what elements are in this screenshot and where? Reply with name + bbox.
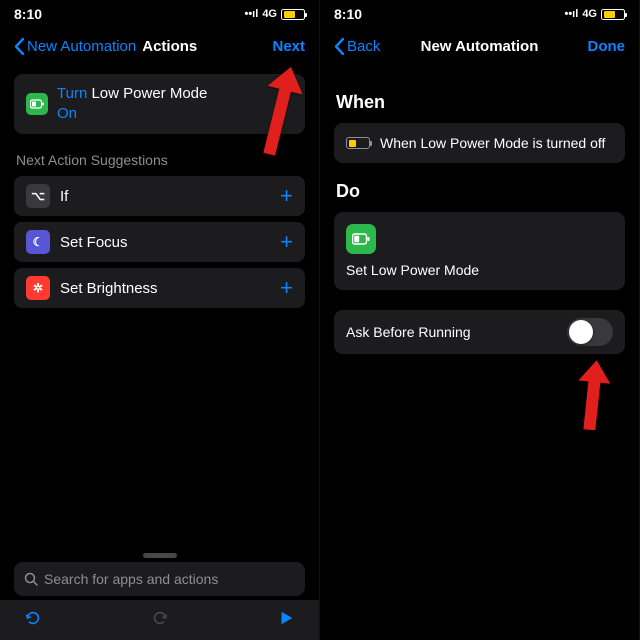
undo-button[interactable] — [24, 609, 42, 632]
search-placeholder: Search for apps and actions — [44, 571, 218, 587]
status-bar: 8:10 ••ıl 4G — [320, 0, 639, 28]
nav-title: Actions — [142, 38, 197, 55]
network-label: 4G — [262, 8, 277, 20]
next-button[interactable]: Next — [272, 38, 305, 55]
suggestion-label: Set Brightness — [60, 280, 270, 297]
suggestion-label: If — [60, 188, 270, 205]
nav-bar: Back New Automation Done — [320, 28, 639, 64]
toggle-label: Ask Before Running — [346, 324, 567, 340]
network-label: 4G — [582, 8, 597, 20]
suggestion-set-brightness[interactable]: ✲ Set Brightness + — [14, 268, 305, 308]
nav-bar: New Automation Actions Next — [0, 28, 319, 64]
low-power-mode-icon — [26, 93, 48, 115]
battery-icon — [281, 9, 305, 20]
ask-before-running-row: Ask Before Running — [334, 310, 625, 354]
low-power-mode-icon — [346, 137, 370, 149]
status-time: 8:10 — [14, 6, 42, 22]
do-heading: Do — [336, 181, 623, 202]
status-time: 8:10 — [334, 6, 362, 22]
screen-actions: 8:10 ••ıl 4G New Automation Actions Next… — [0, 0, 320, 640]
battery-icon — [601, 9, 625, 20]
back-button[interactable]: New Automation — [14, 38, 136, 55]
suggestion-label: Set Focus — [60, 234, 270, 251]
do-text: Set Low Power Mode — [346, 262, 479, 278]
do-action-card[interactable]: Set Low Power Mode — [334, 212, 625, 290]
add-icon[interactable]: + — [280, 183, 293, 209]
if-icon: ⌥ — [26, 184, 50, 208]
annotation-arrow — [575, 360, 611, 435]
bottom-toolbar — [0, 600, 319, 640]
when-condition-card[interactable]: When Low Power Mode is turned off — [334, 123, 625, 163]
chevron-left-icon — [14, 38, 25, 55]
when-text: When Low Power Mode is turned off — [380, 135, 605, 151]
status-bar: 8:10 ••ıl 4G — [0, 0, 319, 28]
screen-summary: 8:10 ••ıl 4G Back New Automation Done Wh… — [320, 0, 640, 640]
low-power-mode-icon — [346, 224, 376, 254]
search-icon — [24, 572, 38, 586]
add-icon[interactable]: + — [280, 275, 293, 301]
suggestion-set-focus[interactable]: ☾ Set Focus + — [14, 222, 305, 262]
suggestions-label: Next Action Suggestions — [16, 152, 303, 168]
action-card[interactable]: Turn Low Power Mode On — [14, 74, 305, 134]
back-button[interactable]: Back — [334, 38, 380, 55]
when-heading: When — [336, 92, 623, 113]
focus-icon: ☾ — [26, 230, 50, 254]
signal-icon: ••ıl — [564, 8, 578, 20]
chevron-left-icon — [334, 38, 345, 55]
search-input[interactable]: Search for apps and actions — [14, 562, 305, 596]
redo-button[interactable] — [151, 609, 169, 632]
run-button[interactable] — [277, 609, 295, 632]
ask-before-running-toggle[interactable] — [567, 318, 613, 346]
done-button[interactable]: Done — [588, 38, 626, 55]
suggestion-if[interactable]: ⌥ If + — [14, 176, 305, 216]
brightness-icon: ✲ — [26, 276, 50, 300]
action-text: Turn Low Power Mode On — [57, 84, 207, 124]
signal-icon: ••ıl — [244, 8, 258, 20]
sheet-grabber[interactable] — [143, 553, 177, 558]
add-icon[interactable]: + — [280, 229, 293, 255]
